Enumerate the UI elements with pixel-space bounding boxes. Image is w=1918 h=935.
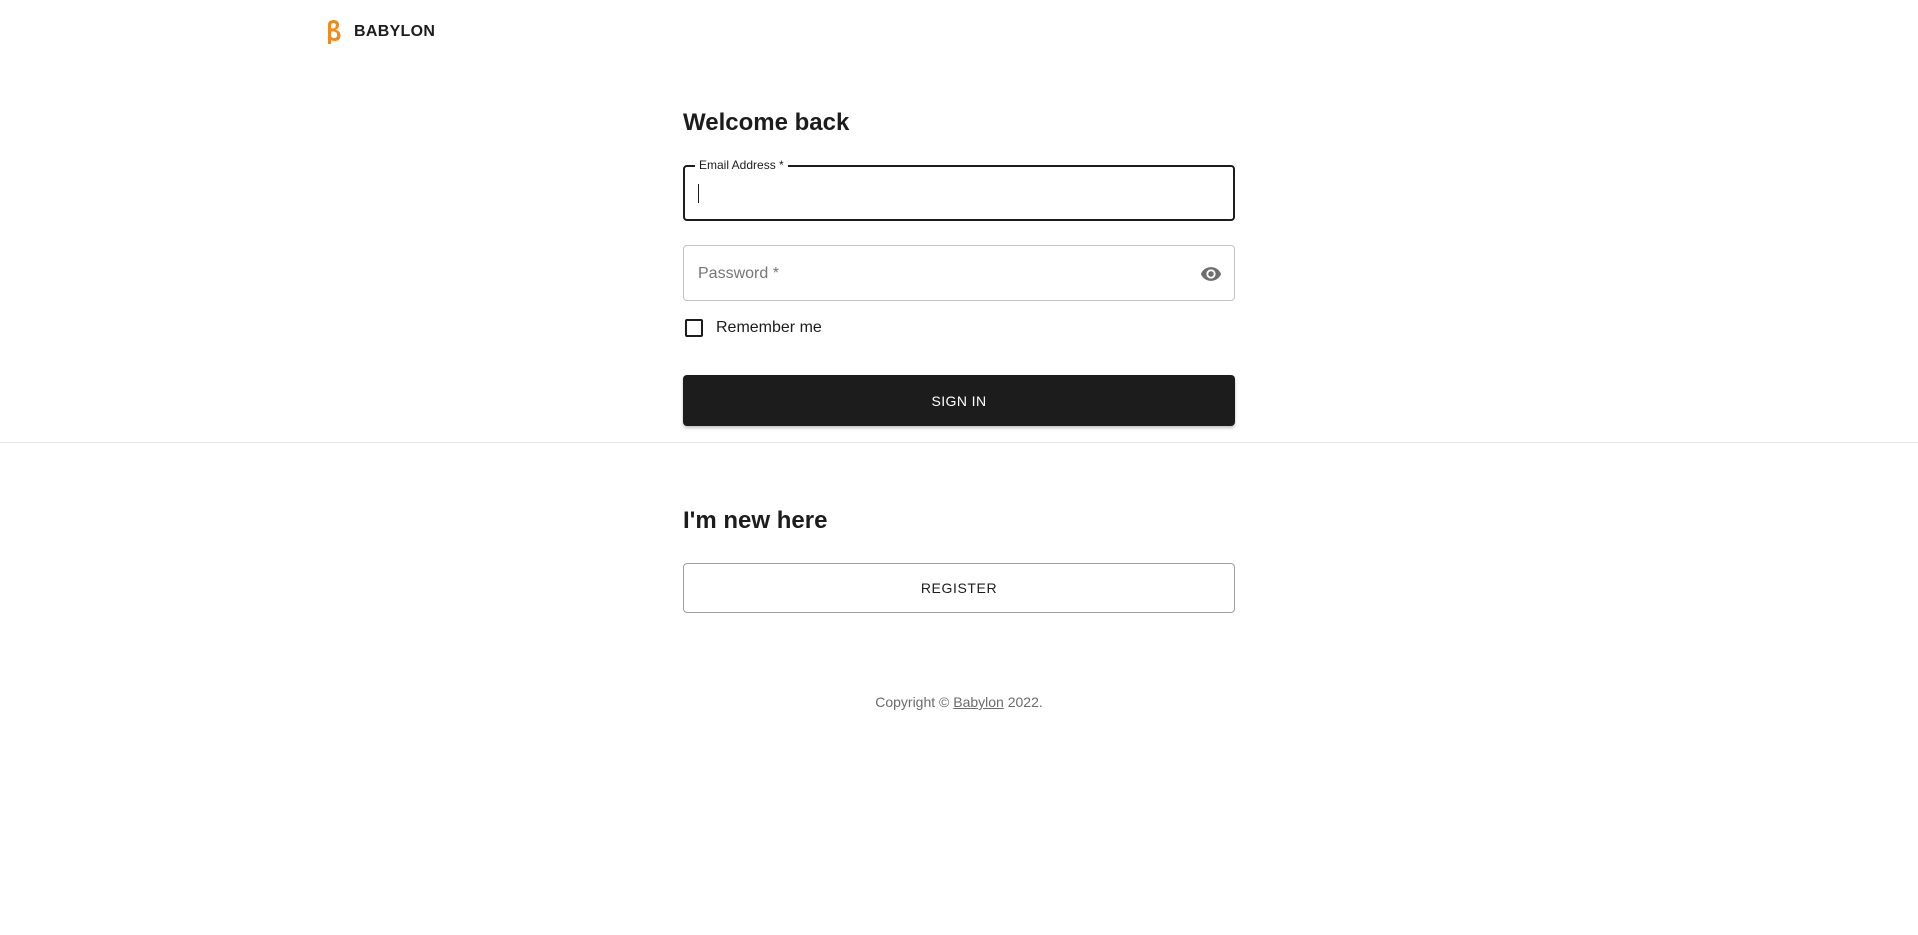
checkbox-box[interactable] [685, 319, 703, 337]
signin-title: Welcome back [683, 109, 850, 136]
copyright-suffix: 2022. [1003, 694, 1043, 710]
password-field[interactable]: Password * [683, 245, 1235, 301]
register-title: I'm new here [683, 507, 828, 534]
remember-me-checkbox[interactable]: Remember me [683, 319, 822, 337]
register-button[interactable]: REGISTER [683, 563, 1235, 613]
remember-me-label[interactable]: Remember me [716, 319, 822, 337]
beta-logo-icon[interactable] [323, 18, 343, 46]
section-divider [0, 442, 1918, 443]
babylon-link[interactable]: Babylon [953, 694, 1004, 710]
email-input[interactable] [685, 167, 1233, 219]
password-input[interactable] [684, 246, 1234, 300]
sign-in-button[interactable]: SIGN IN [683, 375, 1235, 426]
email-field[interactable]: Email Address * [683, 158, 1235, 221]
app-header: BABYLON [323, 17, 435, 47]
copyright-prefix: Copyright © [875, 694, 954, 710]
brand-name[interactable]: BABYLON [354, 23, 435, 41]
footer-copyright: Copyright © Babylon 2022. [0, 694, 1918, 710]
visibility-icon[interactable] [1197, 260, 1225, 288]
